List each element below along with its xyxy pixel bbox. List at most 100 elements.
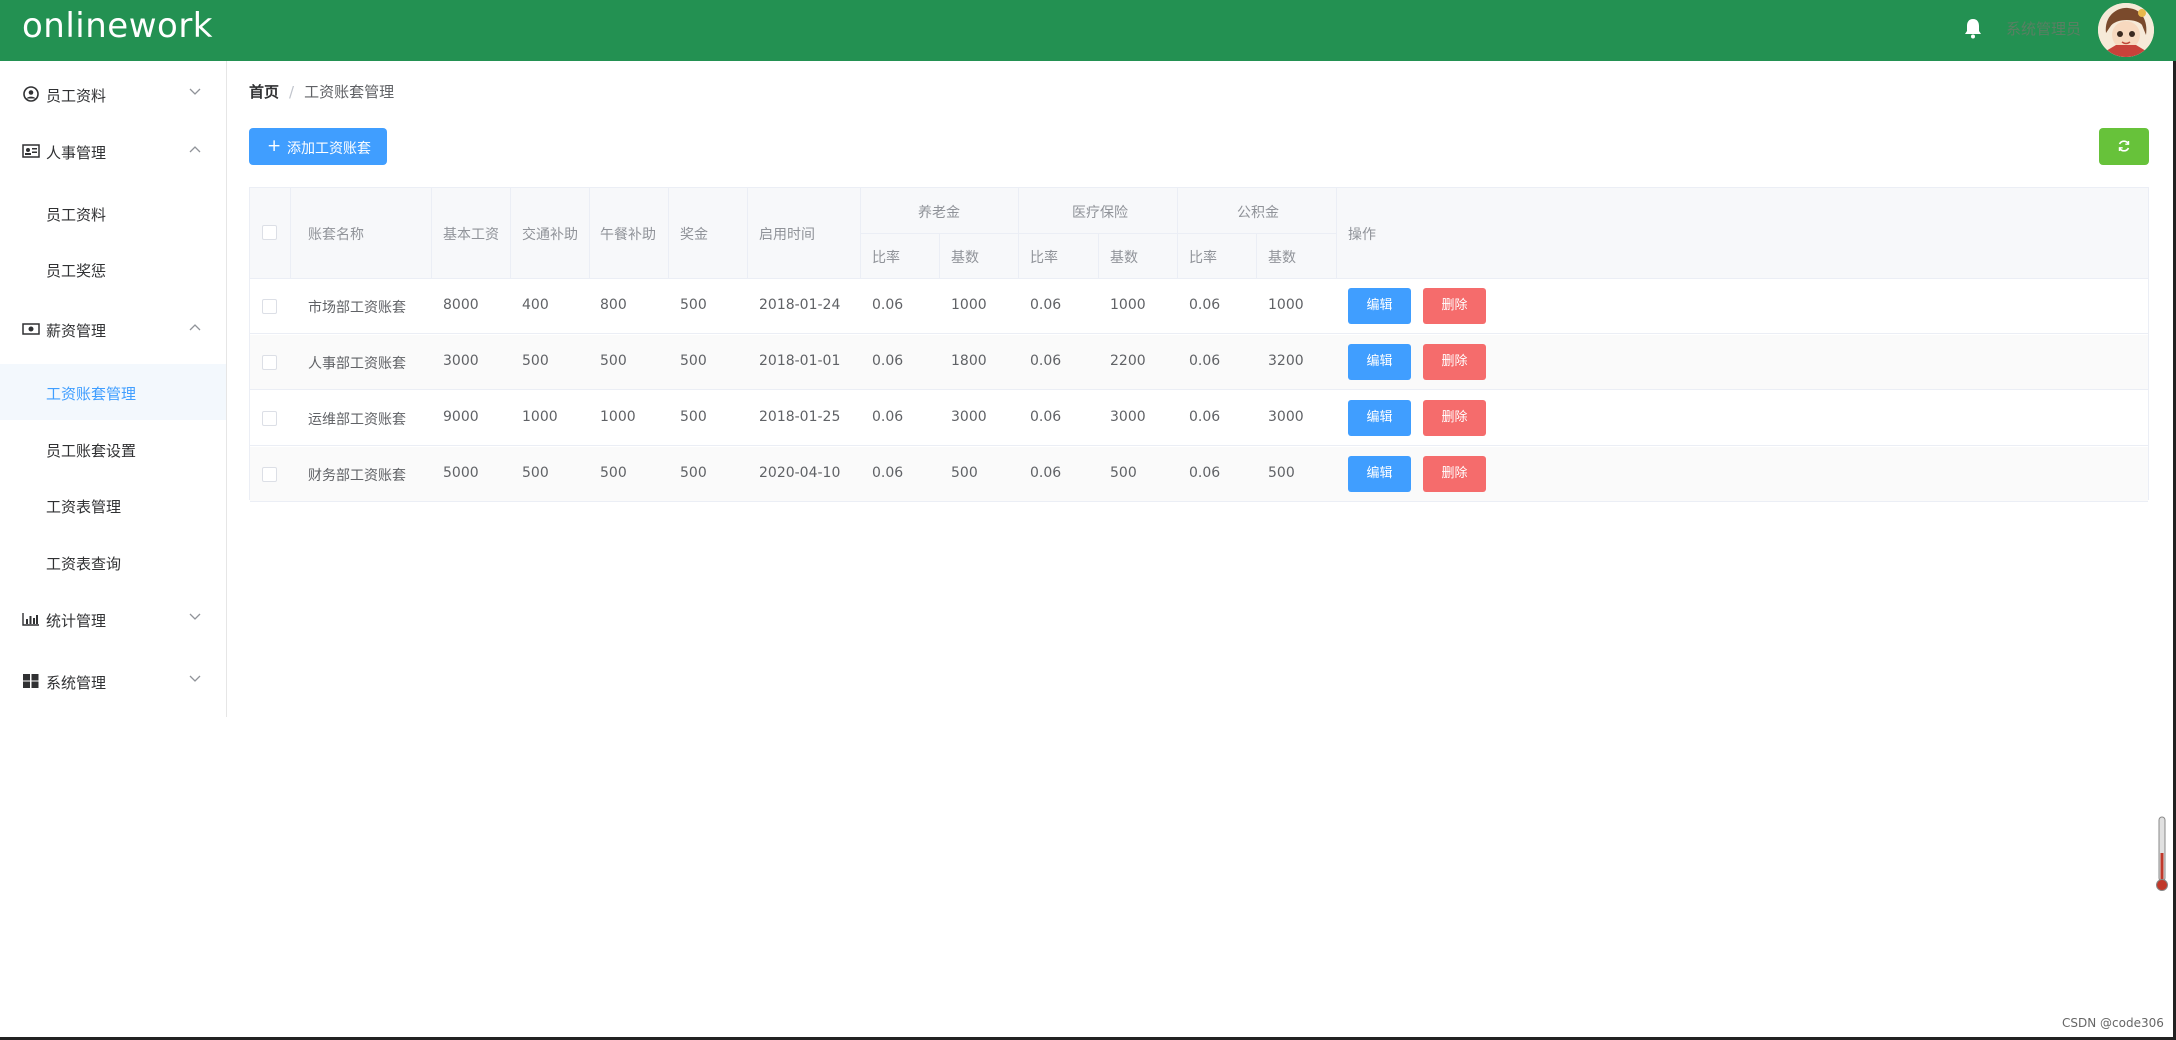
col-divider xyxy=(1018,188,1019,279)
menu-salary[interactable]: 薪资管理 xyxy=(0,301,226,357)
cell-name: 人事部工资账套 xyxy=(308,356,406,372)
top-header: onlinework 系统管理员 xyxy=(0,0,2176,61)
th-pension-base: 基数 xyxy=(951,250,979,266)
select-all-checkbox[interactable] xyxy=(262,225,277,240)
cell-bonus: 500 xyxy=(680,465,707,481)
th-medical-ratio: 比率 xyxy=(1030,250,1058,266)
delete-button[interactable]: 删除 xyxy=(1423,288,1486,324)
cell-pension-base: 500 xyxy=(951,465,978,481)
menu-label: 薪资管理 xyxy=(46,322,107,340)
row-checkbox[interactable] xyxy=(262,467,277,482)
add-button-label: 添加工资账套 xyxy=(287,141,371,157)
breadcrumb: 首页 / 工资账套管理 xyxy=(249,81,394,102)
chevron-down-icon xyxy=(189,675,201,682)
chevron-down-icon xyxy=(189,88,201,95)
col-divider xyxy=(1177,188,1178,279)
cell-pension-ratio: 0.06 xyxy=(872,297,904,313)
delete-button[interactable]: 删除 xyxy=(1423,400,1486,436)
cell-lunch: 500 xyxy=(600,465,627,481)
breadcrumb-current: 工资账套管理 xyxy=(304,83,395,101)
cell-base: 5000 xyxy=(443,465,479,481)
col-divider xyxy=(747,188,748,279)
col-divider xyxy=(1098,233,1099,279)
menu-statistics[interactable]: 统计管理 xyxy=(0,591,226,647)
submenu-employee-info[interactable]: 员工资料 xyxy=(0,185,226,241)
add-salary-set-button[interactable]: + 添加工资账套 xyxy=(249,128,387,165)
th-name: 账套名称 xyxy=(308,227,364,243)
cell-medical-ratio: 0.06 xyxy=(1030,409,1062,425)
col-divider xyxy=(1256,233,1257,279)
th-medical: 医疗保险 xyxy=(1072,205,1128,221)
table-row: 运维部工资账套 9000 1000 1000 500 2018-01-25 0.… xyxy=(250,391,2148,446)
cell-pension-base: 1800 xyxy=(951,353,987,369)
table-row: 市场部工资账套 8000 400 800 500 2018-01-24 0.06… xyxy=(250,279,2148,334)
app-logo[interactable]: onlinework xyxy=(22,6,213,46)
menu-label: 员工资料 xyxy=(46,87,107,105)
menu-system[interactable]: 系统管理 xyxy=(0,653,226,709)
refresh-button[interactable] xyxy=(2099,128,2149,165)
submenu-label: 工资表管理 xyxy=(46,498,122,516)
cell-pension-ratio: 0.06 xyxy=(872,465,904,481)
thermometer-icon xyxy=(2156,816,2168,891)
bell-icon[interactable] xyxy=(1962,16,1984,40)
user-name[interactable]: 系统管理员 xyxy=(2006,18,2081,39)
th-base: 基本工资 xyxy=(443,227,499,243)
cell-start: 2018-01-25 xyxy=(759,409,841,425)
cell-traffic: 500 xyxy=(522,465,549,481)
cell-start: 2018-01-01 xyxy=(759,353,841,369)
user-avatar[interactable] xyxy=(2098,3,2154,57)
table-row: 财务部工资账套 5000 500 500 500 2020-04-10 0.06… xyxy=(250,447,2148,502)
windows-icon xyxy=(23,674,39,688)
col-divider xyxy=(290,188,291,279)
col-divider xyxy=(1336,188,1337,279)
cell-name: 财务部工资账套 xyxy=(308,468,406,484)
row-checkbox[interactable] xyxy=(262,411,277,426)
cell-bonus: 500 xyxy=(680,297,707,313)
cell-name: 运维部工资账套 xyxy=(308,412,406,428)
row-checkbox[interactable] xyxy=(262,299,277,314)
breadcrumb-home[interactable]: 首页 xyxy=(249,83,279,101)
cell-traffic: 1000 xyxy=(522,409,558,425)
submenu-employee-rewards[interactable]: 员工奖惩 xyxy=(0,241,226,297)
breadcrumb-separator: / xyxy=(289,83,295,101)
csdn-watermark: CSDN @code306 xyxy=(2062,1016,2164,1030)
col-divider xyxy=(589,188,590,279)
menu-label: 人事管理 xyxy=(46,144,107,162)
th-medical-base: 基数 xyxy=(1110,250,1138,266)
edit-button[interactable]: 编辑 xyxy=(1348,288,1411,324)
cell-start: 2018-01-24 xyxy=(759,297,841,313)
cell-base: 8000 xyxy=(443,297,479,313)
th-fund-ratio: 比率 xyxy=(1189,250,1217,266)
chevron-down-icon xyxy=(189,613,201,620)
cell-base: 3000 xyxy=(443,353,479,369)
cell-medical-base: 2200 xyxy=(1110,353,1146,369)
submenu-payroll-query[interactable]: 工资表查询 xyxy=(0,534,226,590)
col-divider xyxy=(668,188,669,279)
delete-button[interactable]: 删除 xyxy=(1423,344,1486,380)
sidebar-menu: 员工资料 人事管理 员工资料 员工奖惩 薪资管理 工资账套管理 员工账套设置 工… xyxy=(0,61,227,717)
row-checkbox[interactable] xyxy=(262,355,277,370)
cell-medical-ratio: 0.06 xyxy=(1030,353,1062,369)
submenu-label: 员工奖惩 xyxy=(46,262,107,280)
cell-fund-base: 1000 xyxy=(1268,297,1304,313)
submenu-employee-set-config[interactable]: 员工账套设置 xyxy=(0,421,226,477)
menu-employee-info[interactable]: 员工资料 xyxy=(0,66,226,122)
cell-fund-base: 500 xyxy=(1268,465,1295,481)
cell-pension-base: 3000 xyxy=(951,409,987,425)
cell-fund-ratio: 0.06 xyxy=(1189,465,1221,481)
cell-fund-base: 3200 xyxy=(1268,353,1304,369)
menu-label: 统计管理 xyxy=(46,612,107,630)
money-icon xyxy=(22,323,40,335)
submenu-payroll-manage[interactable]: 工资表管理 xyxy=(0,477,226,533)
col-divider xyxy=(431,188,432,279)
th-traffic: 交通补助 xyxy=(522,227,578,243)
delete-button[interactable]: 删除 xyxy=(1423,456,1486,492)
cell-medical-ratio: 0.06 xyxy=(1030,465,1062,481)
edit-button[interactable]: 编辑 xyxy=(1348,344,1411,380)
edit-button[interactable]: 编辑 xyxy=(1348,456,1411,492)
cell-start: 2020-04-10 xyxy=(759,465,841,481)
edit-button[interactable]: 编辑 xyxy=(1348,400,1411,436)
menu-personnel[interactable]: 人事管理 xyxy=(0,123,226,179)
app-window: onlinework 系统管理员 员工资料 人事管理 员工资料 员工奖惩 薪资管… xyxy=(0,0,2176,1040)
submenu-salary-sets[interactable]: 工资账套管理 xyxy=(0,364,226,420)
